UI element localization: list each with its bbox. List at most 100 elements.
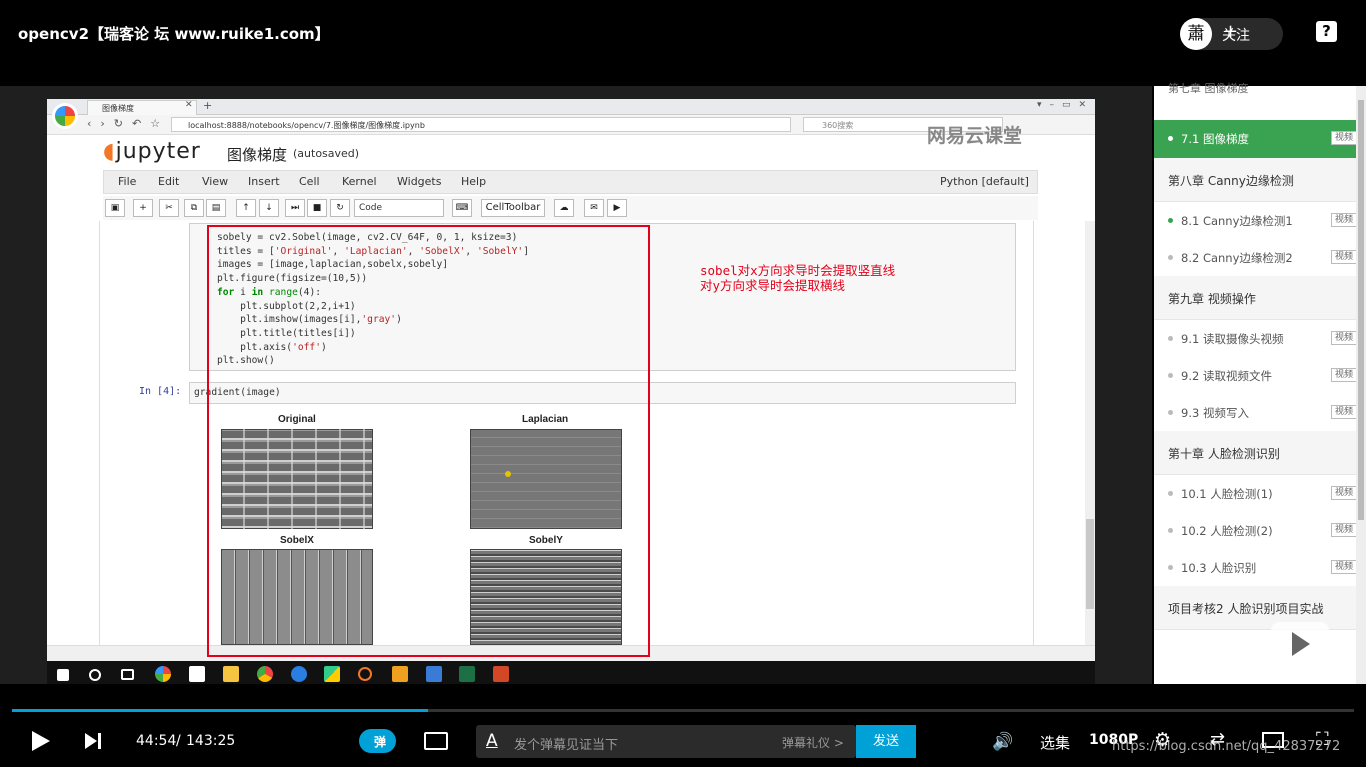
bullet-icon xyxy=(1168,255,1173,260)
time-total: 143:25 xyxy=(186,733,236,749)
sidebar-item-label: 8.2 Canny边缘检测2 xyxy=(1181,251,1293,265)
danmu-placeholder: 发个弹幕见证当下 xyxy=(514,738,619,753)
window-buttons-icon: ▾–▭✕ xyxy=(1037,100,1095,110)
video-badge: 视频 xyxy=(1331,405,1357,419)
menu-edit: Edit xyxy=(158,175,180,188)
time-separator: / xyxy=(176,733,181,749)
chapter-partial: 第七章 图像梯度 xyxy=(1168,82,1249,95)
folder-icon xyxy=(223,666,239,682)
video-title: opencv2【瑞客论 坛 www.ruike1.com】 xyxy=(18,25,330,43)
store-icon xyxy=(189,666,205,682)
windows-start-icon xyxy=(57,669,69,681)
sidebar-item[interactable]: 9.2 读取视频文件 视频 xyxy=(1154,357,1357,394)
next-icon[interactable] xyxy=(85,733,97,749)
menu-kernel: Kernel xyxy=(342,175,377,188)
jupyter-taskbar-icon xyxy=(358,667,372,681)
video-icon: ▶ xyxy=(607,199,627,217)
nav-buttons-icon: ‹›↻↶☆ xyxy=(87,117,170,130)
sidebar-item[interactable]: 10.3 人脸识别 视频 xyxy=(1154,549,1357,586)
menu-view: View xyxy=(202,175,229,188)
video-badge: 视频 xyxy=(1331,250,1357,264)
move-up-icon: ↑ xyxy=(236,199,256,217)
celltoolbar-button: CellToolbar xyxy=(481,199,545,217)
help-icon[interactable]: ? xyxy=(1316,21,1337,42)
jupyter-menubar xyxy=(103,170,1038,194)
danmu-toggle-label: 弹 xyxy=(374,735,387,749)
video-badge: 视频 xyxy=(1331,131,1357,145)
save-icon: ▣ xyxy=(105,199,125,217)
danmu-settings-icon[interactable] xyxy=(424,732,448,750)
run-icon: ⏭ xyxy=(285,199,305,217)
sidebar-item[interactable]: 8.2 Canny边缘检测2 视频 xyxy=(1154,239,1357,276)
danmu-etiquette-link[interactable]: 弹幕礼仪 > xyxy=(782,734,844,751)
app-icon xyxy=(392,666,408,682)
video-badge: 视频 xyxy=(1331,523,1357,537)
kernel-indicator: Python [default] xyxy=(940,175,1029,188)
sidebar-item[interactable]: 9.3 视频写入 视频 xyxy=(1154,394,1357,431)
jupyter-logo-text: jupyter xyxy=(115,139,201,164)
sidebar-item[interactable]: 9.1 读取摄像头视频 视频 xyxy=(1154,320,1357,357)
danmu-toggle[interactable]: 弹 xyxy=(359,729,396,753)
video-badge: 视频 xyxy=(1331,486,1357,500)
upload-icon: ☁ xyxy=(554,199,574,217)
add-cell-icon: + xyxy=(133,199,153,217)
sidebar-chapter[interactable]: 第八章 Canny边缘检测 xyxy=(1154,158,1356,202)
sidebar-item-active[interactable]: 7.1 图像梯度 视频 xyxy=(1154,120,1357,158)
sidebar-item[interactable]: 8.1 Canny边缘检测1 视频 xyxy=(1154,202,1357,239)
video-badge: 视频 xyxy=(1331,368,1357,382)
sidebar-item-label: 10.2 人脸检测(2) xyxy=(1181,524,1273,538)
bullet-icon xyxy=(1168,218,1173,223)
time-current: 44:54 xyxy=(136,733,177,749)
play-icon xyxy=(1292,632,1310,656)
paste-icon: ▤ xyxy=(206,199,226,217)
copy-icon: ⧉ xyxy=(184,199,204,217)
browser-tab: 图像梯度 xyxy=(87,100,197,115)
menu-file: File xyxy=(118,175,137,188)
episodes-button[interactable]: 选集 xyxy=(1040,732,1070,753)
avatar[interactable]: 蕭 xyxy=(1180,18,1212,50)
sidebar-item[interactable]: 10.1 人脸检测(1) 视频 xyxy=(1154,475,1357,512)
text-style-icon[interactable]: A xyxy=(486,731,498,751)
annotation-line-1: sobel对x方向求导时会提取竖直线 xyxy=(700,263,896,278)
sidebar-item-label: 10.3 人脸识别 xyxy=(1181,561,1257,575)
video-badge: 视频 xyxy=(1331,331,1357,345)
netease-watermark: 网易云课堂 xyxy=(927,125,1023,147)
browser-logo-icon xyxy=(52,103,78,129)
jupyter-logo: ◖jupyter xyxy=(103,139,201,164)
restart-icon: ↻ xyxy=(330,199,350,217)
sidebar-chapter[interactable]: 第九章 视频操作 xyxy=(1154,276,1356,320)
follow-label[interactable]: 关注 xyxy=(1222,25,1250,45)
bullet-icon xyxy=(1168,336,1173,341)
search-icon xyxy=(89,669,101,681)
cell-prompt: In [4]: xyxy=(139,386,182,397)
video-badge: 视频 xyxy=(1331,213,1357,227)
cell-type-select: Code xyxy=(354,199,444,217)
next-bar-icon xyxy=(98,733,101,749)
sidebar-item-label: 10.1 人脸检测(1) xyxy=(1181,487,1273,501)
annotation-text: sobel对x方向求导时会提取竖直线 对y方向求导时会提取横线 xyxy=(700,263,895,293)
menu-widgets: Widgets xyxy=(397,175,442,188)
bullet-icon xyxy=(1168,410,1173,415)
play-store-icon xyxy=(324,666,340,682)
send-button[interactable]: 发送 xyxy=(856,725,916,758)
sidebar-item-label: 9.2 读取视频文件 xyxy=(1181,369,1272,383)
bullet-icon xyxy=(1168,565,1173,570)
cut-icon: ✂ xyxy=(159,199,179,217)
move-down-icon: ↓ xyxy=(259,199,279,217)
sidebar-scroll-thumb[interactable] xyxy=(1358,100,1364,520)
play-button[interactable] xyxy=(32,731,50,751)
sidebar-chapter[interactable]: 第十章 人脸检测识别 xyxy=(1154,431,1356,475)
sidebar-item[interactable]: 10.2 人脸检测(2) 视频 xyxy=(1154,512,1357,549)
sidebar-item-label: 9.3 视频写入 xyxy=(1181,406,1249,420)
annotation-box xyxy=(207,225,650,657)
volume-icon[interactable]: 🔊 xyxy=(992,732,1013,752)
new-tab-icon: + xyxy=(203,99,213,112)
notebook-scroll-thumb xyxy=(1086,519,1094,609)
sidebar-item-label: 7.1 图像梯度 xyxy=(1181,132,1249,146)
progress-fill xyxy=(12,709,429,712)
menu-help: Help xyxy=(461,175,487,188)
bullet-icon xyxy=(1168,528,1173,533)
chrome-icon xyxy=(257,666,273,682)
keyboard-icon: ⌨ xyxy=(452,199,472,217)
video-badge: 视频 xyxy=(1331,560,1357,574)
